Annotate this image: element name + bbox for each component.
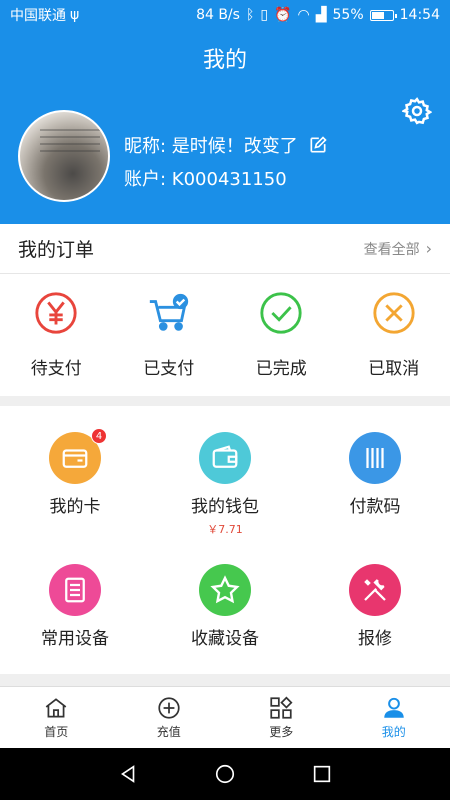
tab-recharge[interactable]: 充值 <box>113 687 226 748</box>
order-completed-label: 已完成 <box>255 359 307 379</box>
vibrate-icon: ▯ <box>260 7 269 23</box>
nickname-label: 昵称: 是时候！改变了 <box>124 136 298 157</box>
view-all-label: 查看全部 <box>363 241 420 258</box>
favorite-devices-label: 收藏设备 <box>191 629 259 649</box>
order-paid[interactable]: 已支付 <box>113 290 226 379</box>
avatar[interactable] <box>18 110 110 202</box>
my-wallet-button[interactable]: 我的钱包 ￥7.71 <box>150 432 300 537</box>
favorite-devices-button[interactable]: 收藏设备 <box>150 564 300 649</box>
repair-button[interactable]: 报修 <box>300 564 450 649</box>
edit-icon[interactable] <box>308 135 328 155</box>
order-cancelled-label: 已取消 <box>368 359 420 379</box>
view-all-link[interactable]: 查看全部 › <box>364 239 432 259</box>
orders-section: 我的订单 查看全部 › 待支付 已支付 已完成 已取消 <box>0 224 450 396</box>
card-badge: 4 <box>91 428 107 444</box>
profile-header: 我的 昵称: 是时候！改变了 账户: K000431150 <box>0 30 450 224</box>
grid-icon <box>270 696 293 719</box>
payment-code-button[interactable]: 付款码 <box>300 432 450 517</box>
home-icon <box>45 698 67 718</box>
common-devices-button[interactable]: 常用设备 <box>0 564 150 649</box>
repair-label: 报修 <box>358 629 392 649</box>
wallet-balance: ￥7.71 <box>207 523 243 536</box>
user-icon <box>384 697 404 718</box>
tools-icon <box>349 564 401 616</box>
orders-header: 我的订单 查看全部 › <box>0 224 450 274</box>
my-card-button[interactable]: 4 我的卡 <box>0 428 150 517</box>
tab-home-label: 首页 <box>44 725 69 739</box>
account-label: 账户: K000431150 <box>124 169 287 190</box>
wifi-icon: ◠ <box>297 7 310 23</box>
usb-icon: ψ <box>70 7 80 23</box>
status-bar: 中国联通 ψ 84 B/s ᛒ ▯ ⏰ ◠ ▟ 55% 14:54 <box>0 0 450 30</box>
tab-mine[interactable]: 我的 <box>338 687 450 748</box>
signal-icon: ▟ <box>315 7 327 23</box>
tab-mine-label: 我的 <box>381 725 406 739</box>
order-pending[interactable]: 待支付 <box>0 290 113 379</box>
nickname-row: 昵称: 是时候！改变了 <box>124 132 328 158</box>
wallet-icon <box>199 432 251 484</box>
gear-icon[interactable] <box>402 96 432 126</box>
home-circle-icon[interactable] <box>214 763 236 785</box>
order-paid-label: 已支付 <box>143 359 195 379</box>
yen-icon <box>35 292 77 334</box>
battery-percent: 55% <box>332 7 364 23</box>
order-completed[interactable]: 已完成 <box>225 290 338 379</box>
common-devices-label: 常用设备 <box>41 629 109 649</box>
page-title: 我的 <box>202 48 247 73</box>
my-wallet-label: 我的钱包 <box>191 497 259 517</box>
clock: 14:54 <box>399 7 440 23</box>
check-circle-icon <box>260 292 302 334</box>
tab-recharge-label: 充值 <box>156 725 181 739</box>
my-card-label: 我的卡 <box>49 497 101 517</box>
services-grid: 4 我的卡 我的钱包 ￥7.71 付款码 常用设备 收藏设备 报修 <box>0 406 450 674</box>
bluetooth-icon: ᛒ <box>245 7 255 23</box>
recents-icon[interactable] <box>311 763 333 785</box>
orders-title: 我的订单 <box>18 239 95 261</box>
alarm-icon: ⏰ <box>274 7 292 23</box>
barcode-icon <box>349 432 401 484</box>
cart-check-icon <box>149 293 188 331</box>
system-nav-bar <box>0 748 450 800</box>
chevron-right-icon: › <box>425 239 432 258</box>
list-icon <box>49 564 101 616</box>
order-pending-label: 待支付 <box>30 359 82 379</box>
tab-more-label: 更多 <box>269 725 294 739</box>
payment-code-label: 付款码 <box>349 497 401 517</box>
tab-home[interactable]: 首页 <box>0 687 113 748</box>
card-icon: 4 <box>49 428 107 484</box>
x-circle-icon <box>373 292 415 334</box>
battery-icon <box>369 9 397 21</box>
network-speed: 84 B/s <box>196 7 240 23</box>
star-icon <box>199 564 251 616</box>
carrier-label: 中国联通 <box>10 8 66 24</box>
bottom-tab-bar: 首页 充值 更多 我的 <box>0 686 450 748</box>
plus-circle-icon <box>158 697 180 719</box>
back-icon[interactable] <box>117 763 139 785</box>
tab-more[interactable]: 更多 <box>225 687 338 748</box>
order-cancelled[interactable]: 已取消 <box>338 290 450 379</box>
